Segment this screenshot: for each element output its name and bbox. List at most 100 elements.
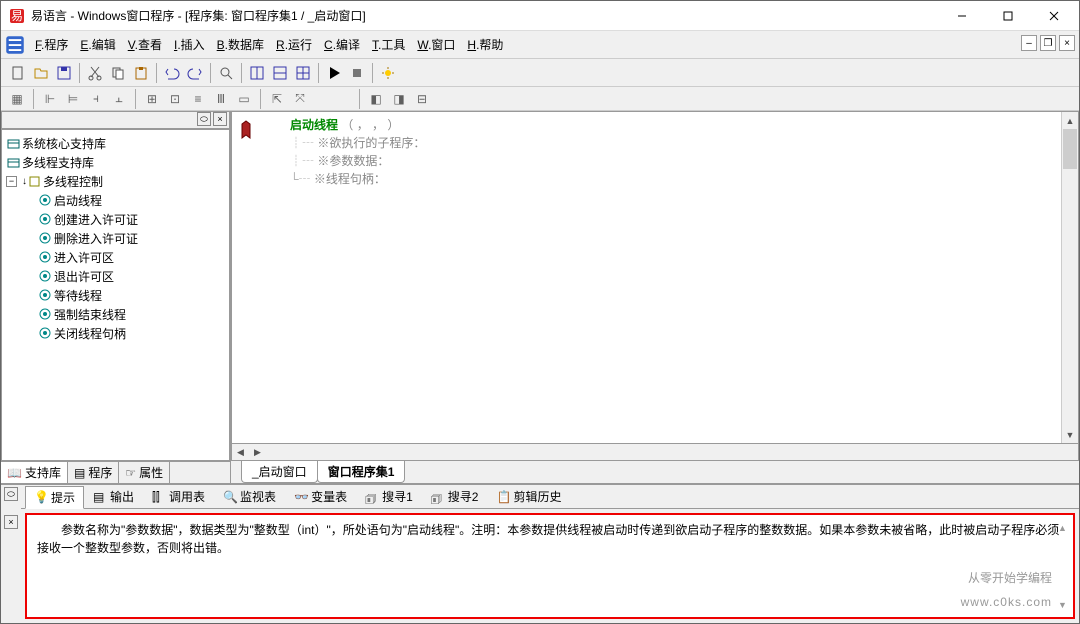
code-content: 启动线程 （ ， ， ） ┊┄ ※欲执行的子程序： ┊┄ ※参数数据： └┄ ※… bbox=[260, 112, 1061, 443]
clipboard-icon: 📋 bbox=[496, 490, 510, 504]
menu-run[interactable]: R.运行 bbox=[270, 33, 318, 56]
tree-leaf[interactable]: 启动线程 bbox=[4, 191, 227, 210]
btab-cliphistory[interactable]: 📋剪辑历史 bbox=[487, 485, 570, 508]
menu-window[interactable]: W.窗口 bbox=[411, 33, 461, 56]
secondary-toolbar: ▦ ⊩ ⊨ ⫞ ⫠ ⊞ ⊡ ≡ Ⅲ ▭ ⇱ ⤧ ◧ ◨ ⊟ bbox=[1, 87, 1079, 111]
bottom-pin-icon[interactable]: ⬭ bbox=[4, 487, 18, 501]
book-icon: 📖 bbox=[7, 466, 22, 480]
search-icon: 🗊 bbox=[431, 490, 445, 504]
maximize-button[interactable] bbox=[985, 1, 1031, 31]
tree-group-control[interactable]: −↓多线程控制 bbox=[4, 172, 227, 191]
undo-button[interactable] bbox=[161, 62, 183, 84]
save-button[interactable] bbox=[53, 62, 75, 84]
tb2-icon-11[interactable]: ⇱ bbox=[267, 89, 287, 109]
edittab-programset[interactable]: 窗口程序集1 bbox=[317, 461, 406, 483]
copy-button[interactable] bbox=[107, 62, 129, 84]
paste-button[interactable] bbox=[130, 62, 152, 84]
search-icon: 🗊 bbox=[365, 490, 379, 504]
tb2-icon-7[interactable]: ⊡ bbox=[165, 89, 185, 109]
tb2-icon-14[interactable]: ◨ bbox=[389, 89, 409, 109]
menu-compile[interactable]: C.编译 bbox=[318, 33, 366, 56]
btab-watch[interactable]: 🔍监视表 bbox=[214, 485, 285, 508]
tree-leaf[interactable]: 创建进入许可证 bbox=[4, 210, 227, 229]
code-editor[interactable]: 启动线程 （ ， ， ） ┊┄ ※欲执行的子程序： ┊┄ ※参数数据： └┄ ※… bbox=[231, 111, 1079, 444]
main-toolbar bbox=[1, 59, 1079, 87]
tb2-icon-12[interactable]: ⤧ bbox=[290, 89, 310, 109]
close-button[interactable] bbox=[1031, 1, 1077, 31]
btab-output[interactable]: ▤输出 bbox=[84, 485, 143, 508]
edittab-startwindow[interactable]: _启动窗口 bbox=[241, 461, 318, 483]
find-button[interactable] bbox=[215, 62, 237, 84]
scroll-thumb[interactable] bbox=[1063, 129, 1077, 169]
tb2-icon-2[interactable]: ⊩ bbox=[40, 89, 60, 109]
btab-search1[interactable]: 🗊搜寻1 bbox=[356, 485, 422, 508]
layout2-button[interactable] bbox=[269, 62, 291, 84]
lefttab-properties[interactable]: ☞属性 bbox=[119, 462, 170, 483]
config-button[interactable] bbox=[377, 62, 399, 84]
tb2-icon-5[interactable]: ⫠ bbox=[109, 89, 129, 109]
menu-help[interactable]: H.帮助 bbox=[461, 33, 509, 56]
tb2-icon-8[interactable]: ≡ bbox=[188, 89, 208, 109]
mdi-restore-icon[interactable]: ❐ bbox=[1040, 35, 1056, 51]
app-icon: 易 bbox=[9, 8, 25, 24]
lefttab-library[interactable]: 📖支持库 bbox=[1, 462, 68, 483]
tree-leaf[interactable]: 退出许可区 bbox=[4, 267, 227, 286]
table-icon: ⫿⫿ bbox=[152, 490, 166, 504]
panel-close-icon[interactable]: × bbox=[213, 112, 227, 126]
editor-hscrollbar[interactable]: ◀ ▶ bbox=[231, 444, 1079, 461]
tree-leaf[interactable]: 关闭线程句柄 bbox=[4, 324, 227, 343]
library-tree[interactable]: 系统核心支持库 多线程支持库 −↓多线程控制 启动线程 创建进入许可证 删除进入… bbox=[1, 129, 230, 461]
menu-insert[interactable]: I.插入 bbox=[168, 33, 211, 56]
edit-pen-icon bbox=[239, 120, 253, 140]
tree-leaf[interactable]: 进入许可区 bbox=[4, 248, 227, 267]
mdi-close-icon[interactable]: × bbox=[1059, 35, 1075, 51]
lightbulb-icon: 💡 bbox=[34, 490, 48, 504]
scroll-down-icon[interactable]: ▼ bbox=[1054, 596, 1071, 613]
mdi-minimize-icon[interactable]: ‒ bbox=[1021, 35, 1037, 51]
hint-vscrollbar[interactable]: ▲ ▼ bbox=[1054, 519, 1071, 613]
tree-root-core[interactable]: 系统核心支持库 bbox=[4, 134, 227, 153]
menu-program[interactable]: F.程序 bbox=[29, 33, 74, 56]
btab-calltable[interactable]: ⫿⫿调用表 bbox=[143, 485, 214, 508]
menu-database[interactable]: B.数据库 bbox=[211, 33, 270, 56]
btab-search2[interactable]: 🗊搜寻2 bbox=[422, 485, 488, 508]
scroll-left-icon[interactable]: ◀ bbox=[232, 444, 249, 461]
btab-hint[interactable]: 💡提示 bbox=[25, 486, 84, 509]
tb2-icon-3[interactable]: ⊨ bbox=[63, 89, 83, 109]
tb2-icon-13[interactable]: ◧ bbox=[366, 89, 386, 109]
list-icon: ▤ bbox=[74, 466, 85, 480]
list-icon: ▤ bbox=[93, 490, 107, 504]
scroll-up-icon[interactable]: ▲ bbox=[1054, 519, 1071, 536]
menu-view[interactable]: V.查看 bbox=[122, 33, 168, 56]
run-button[interactable] bbox=[323, 62, 345, 84]
tb2-icon-9[interactable]: Ⅲ bbox=[211, 89, 231, 109]
tree-leaf[interactable]: 等待线程 bbox=[4, 286, 227, 305]
btab-variables[interactable]: 👓变量表 bbox=[285, 485, 356, 508]
lefttab-program[interactable]: ▤程序 bbox=[68, 462, 119, 483]
tb2-icon-15[interactable]: ⊟ bbox=[412, 89, 432, 109]
tb2-icon-6[interactable]: ⊞ bbox=[142, 89, 162, 109]
tb2-icon-4[interactable]: ⫞ bbox=[86, 89, 106, 109]
scroll-up-icon[interactable]: ▲ bbox=[1062, 112, 1078, 129]
menu-edit[interactable]: E.编辑 bbox=[74, 33, 121, 56]
tree-root-thread[interactable]: 多线程支持库 bbox=[4, 153, 227, 172]
bottom-close-icon[interactable]: × bbox=[4, 515, 18, 529]
tb2-icon-1[interactable]: ▦ bbox=[7, 89, 27, 109]
layout1-button[interactable] bbox=[246, 62, 268, 84]
redo-button[interactable] bbox=[184, 62, 206, 84]
tree-leaf[interactable]: 删除进入许可证 bbox=[4, 229, 227, 248]
layout3-button[interactable] bbox=[292, 62, 314, 84]
title-bar: 易 易语言 - Windows窗口程序 - [程序集: 窗口程序集1 / _启动… bbox=[1, 1, 1079, 31]
new-button[interactable] bbox=[7, 62, 29, 84]
scroll-right-icon[interactable]: ▶ bbox=[249, 444, 266, 461]
tb2-icon-10[interactable]: ▭ bbox=[234, 89, 254, 109]
minimize-button[interactable] bbox=[939, 1, 985, 31]
menu-tools[interactable]: T.工具 bbox=[366, 33, 411, 56]
cut-button[interactable] bbox=[84, 62, 106, 84]
stop-button[interactable] bbox=[346, 62, 368, 84]
editor-vscrollbar[interactable]: ▲ ▼ bbox=[1061, 112, 1078, 443]
scroll-down-icon[interactable]: ▼ bbox=[1062, 426, 1078, 443]
tree-leaf[interactable]: 强制结束线程 bbox=[4, 305, 227, 324]
open-button[interactable] bbox=[30, 62, 52, 84]
panel-pin-icon[interactable]: ⬭ bbox=[197, 112, 211, 126]
